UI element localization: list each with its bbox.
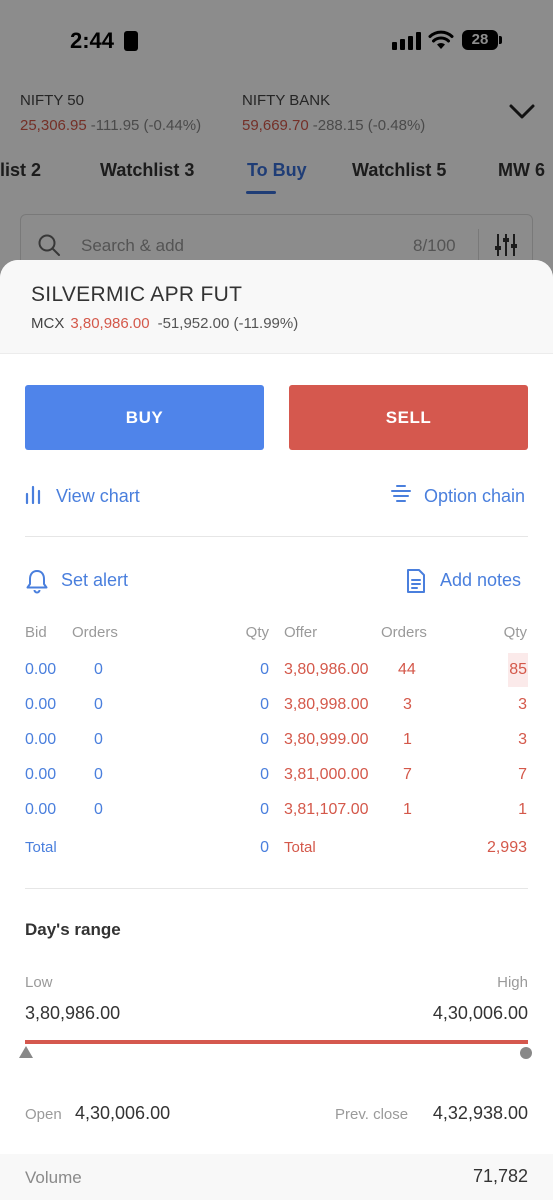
depth-header-offer-orders: Orders	[381, 624, 427, 641]
buy-button[interactable]: BUY	[25, 385, 264, 450]
instrument-name: SILVERMIC APR FUT	[31, 283, 243, 306]
bell-icon	[26, 570, 48, 594]
volume-value: 71,782	[472, 1166, 528, 1186]
offer-total-qty: 2,993	[486, 839, 527, 856]
offer-orders: 7	[403, 766, 412, 783]
range-high-label: High	[497, 974, 528, 991]
offer-total-label: Total	[284, 839, 316, 856]
open-label: Open	[25, 1106, 62, 1123]
bid-price: 0.00	[25, 696, 57, 713]
bid-orders: 0	[94, 731, 103, 748]
instrument-change: -51,952.00 (-11.99%)	[157, 315, 299, 332]
depth-header-bid-qty: Qty	[245, 624, 269, 641]
range-bar	[25, 1040, 528, 1044]
offer-orders: 1	[403, 731, 412, 748]
instrument-header: SILVERMIC APR FUT MCX 3,80,986.00 -51,952.…	[0, 260, 553, 354]
range-low-label: Low	[25, 974, 53, 991]
offer-price: 3,81,107.00	[284, 801, 369, 818]
bid-orders: 0	[94, 661, 103, 678]
depth-header-offer: Offer	[284, 624, 318, 641]
bid-qty: 0	[260, 696, 269, 713]
bid-price: 0.00	[25, 766, 57, 783]
view-chart-link[interactable]: View chart	[25, 484, 165, 508]
volume-row: Volume 71,782	[0, 1154, 553, 1200]
sell-button[interactable]: SELL	[289, 385, 528, 450]
offer-qty: 1	[518, 801, 527, 818]
bid-qty: 0	[260, 801, 269, 818]
depth-header-bid-orders: Orders	[72, 624, 118, 641]
ltp-marker-icon	[19, 1046, 33, 1058]
bid-price: 0.00	[25, 801, 57, 818]
offer-qty: 85	[509, 661, 527, 678]
bid-total-qty: 0	[260, 839, 269, 856]
offer-orders: 44	[398, 661, 416, 678]
offer-price: 3,81,000.00	[284, 766, 369, 783]
set-alert-link[interactable]: Set alert	[25, 568, 145, 594]
bid-price: 0.00	[25, 731, 57, 748]
offer-price: 3,80,999.00	[284, 731, 369, 748]
offer-qty: 3	[518, 731, 527, 748]
offer-price: 3,80,986.00	[284, 661, 369, 678]
document-icon	[407, 569, 425, 593]
view-chart-label: View chart	[56, 486, 140, 506]
instrument-exchange: MCX	[31, 315, 65, 332]
bar-chart-icon	[25, 485, 41, 504]
bid-orders: 0	[94, 801, 103, 818]
range-high-value: 4,30,006.00	[432, 1003, 528, 1023]
depth-header-offer-qty: Qty	[503, 624, 527, 641]
add-notes-link[interactable]: Add notes	[405, 568, 528, 594]
option-chain-link[interactable]: Option chain	[390, 484, 533, 508]
open-value: 4,30,006.00	[75, 1103, 171, 1123]
offer-orders: 1	[403, 801, 412, 818]
offer-qty: 3	[518, 696, 527, 713]
volume-label: Volume	[25, 1168, 82, 1187]
bid-orders: 0	[94, 696, 103, 713]
bid-price: 0.00	[25, 661, 57, 678]
instrument-ltp: 3,80,986.00	[70, 315, 150, 332]
option-chain-icon	[391, 485, 411, 502]
bid-total-label: Total	[25, 839, 57, 856]
bid-orders: 0	[94, 766, 103, 783]
range-low-value: 3,80,986.00	[25, 1003, 121, 1023]
prev-close-value: 4,32,938.00	[432, 1103, 528, 1123]
bid-qty: 0	[260, 661, 269, 678]
days-range-title: Day's range	[25, 920, 121, 939]
range-end-dot	[520, 1047, 532, 1059]
add-notes-label: Add notes	[440, 570, 522, 590]
bid-qty: 0	[260, 731, 269, 748]
offer-orders: 3	[403, 696, 412, 713]
prev-close-label: Prev. close	[335, 1106, 409, 1123]
set-alert-label: Set alert	[61, 570, 129, 590]
instrument-sheet: SILVERMIC APR FUT MCX 3,80,986.00 -51,952.…	[0, 260, 553, 1200]
offer-price: 3,80,998.00	[284, 696, 369, 713]
divider	[25, 536, 528, 537]
divider	[25, 888, 528, 889]
bid-qty: 0	[260, 766, 269, 783]
depth-header-bid: Bid	[25, 624, 47, 641]
offer-qty: 7	[518, 766, 527, 783]
option-chain-label: Option chain	[424, 486, 526, 506]
